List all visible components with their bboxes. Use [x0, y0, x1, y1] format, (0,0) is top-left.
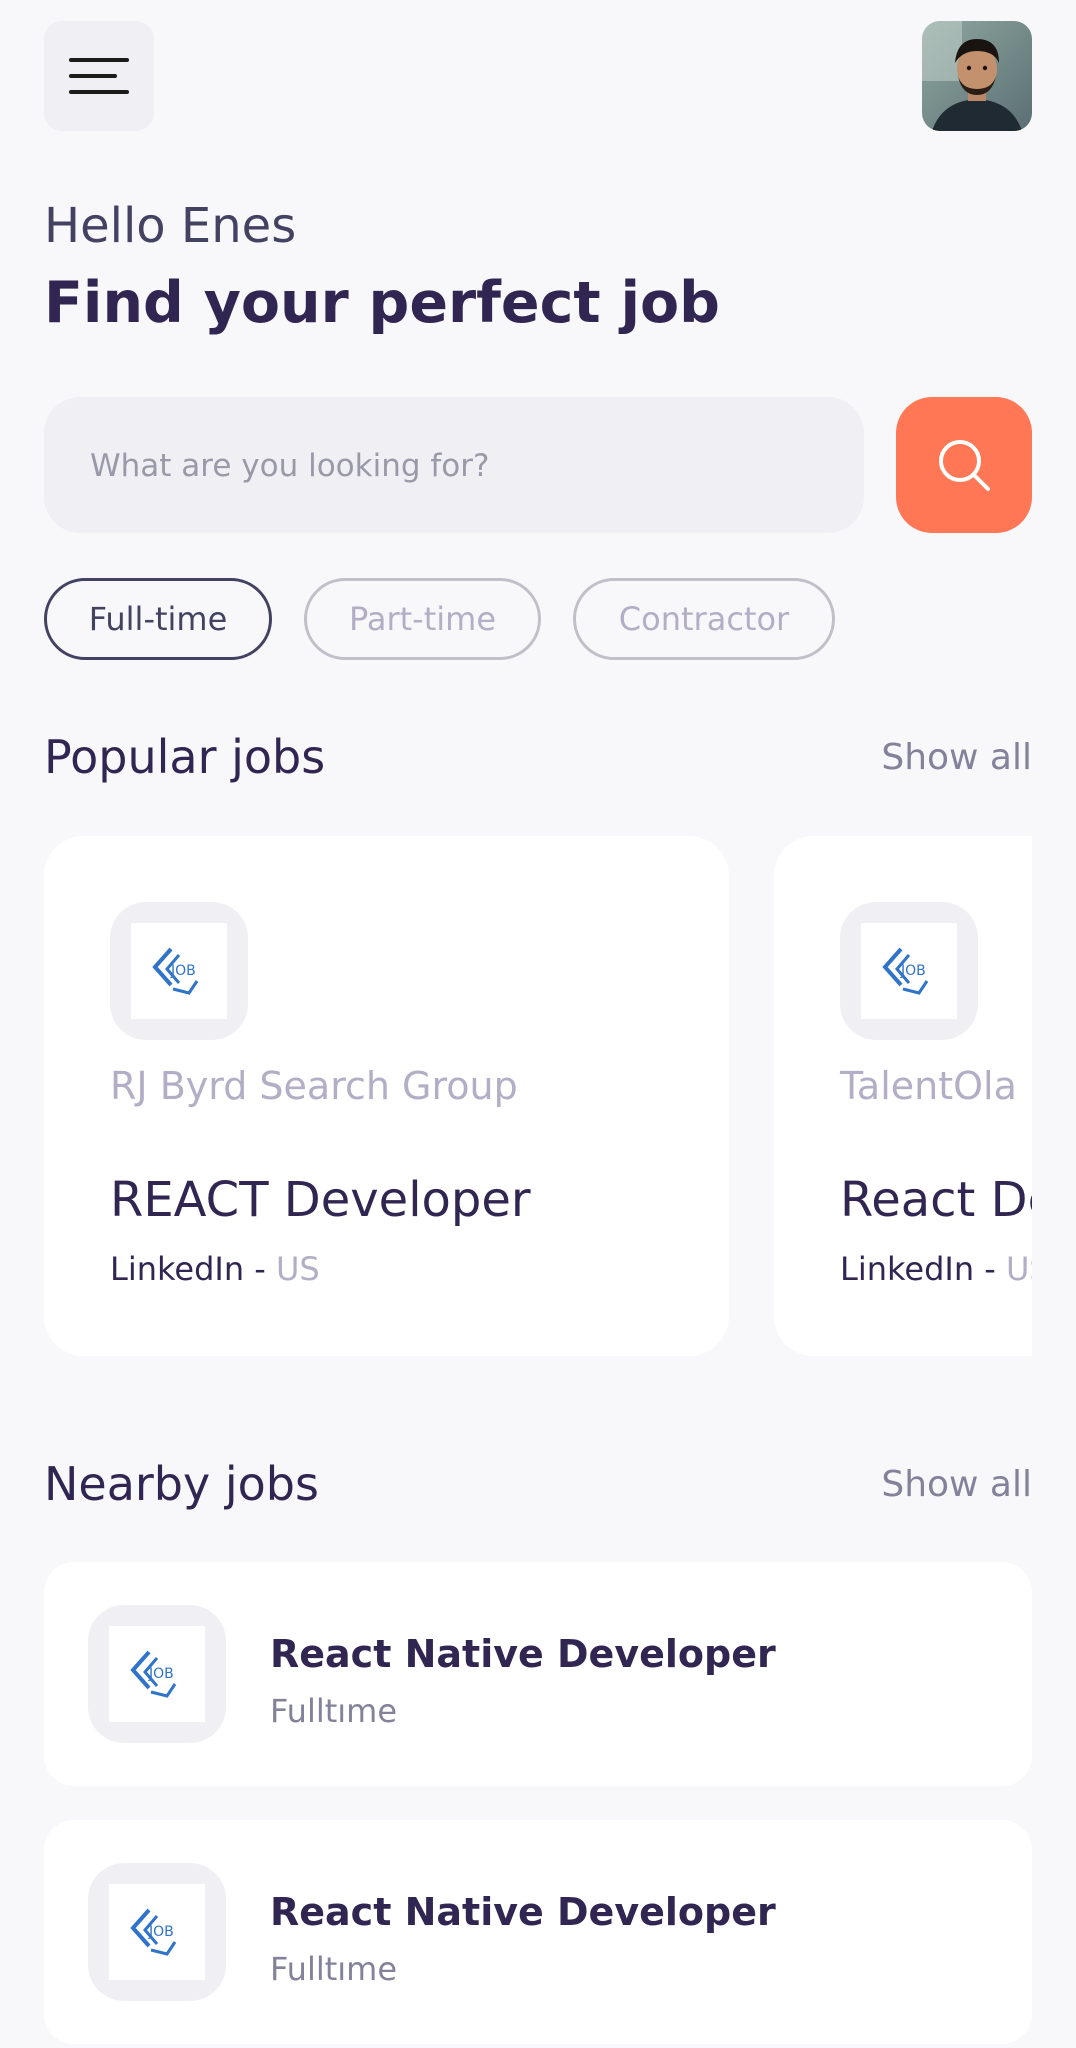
svg-text:JOB: JOB [148, 1924, 174, 1940]
nearby-jobs-title: Nearby jobs [44, 1457, 319, 1511]
job-title: React Developer [840, 1172, 1032, 1228]
publisher-name: LinkedIn [840, 1250, 975, 1288]
job-search-home: Hello Enes Find your perfect job Full-ti… [0, 0, 1076, 2048]
location-separator: - [244, 1250, 276, 1288]
job-type: Fulltıme [270, 1692, 398, 1730]
nearby-job-card[interactable]: JOB React Native Developer Fulltıme [44, 1820, 1032, 2044]
profile-avatar[interactable] [922, 21, 1032, 131]
search-container [44, 397, 864, 535]
popular-jobs-carousel[interactable]: JOB RJ Byrd Search Group REACT Developer… [44, 836, 1032, 1356]
job-logo-icon: JOB [882, 947, 929, 995]
svg-text:JOB: JOB [148, 1666, 174, 1682]
nearby-show-all-link[interactable]: Show all [881, 1464, 1032, 1505]
tab-part-time[interactable]: Part-time [304, 578, 541, 660]
job-location: LinkedIn - US [840, 1250, 1032, 1288]
job-logo-icon: JOB [130, 1650, 177, 1698]
company-name: TalentOla [840, 1064, 1017, 1108]
company-logo: JOB [88, 1863, 226, 2001]
svg-text:JOB: JOB [900, 963, 926, 979]
popular-job-card[interactable]: JOB RJ Byrd Search Group REACT Developer… [44, 836, 729, 1356]
menu-button[interactable] [44, 21, 154, 131]
job-title: React Native Developer [270, 1890, 776, 1934]
publisher-name: LinkedIn [110, 1250, 245, 1288]
avatar-photo-icon [922, 21, 1032, 131]
job-country: US [1006, 1250, 1032, 1288]
tab-contractor[interactable]: Contractor [573, 578, 835, 660]
page-headline: Find your perfect job [44, 270, 720, 336]
popular-show-all-link[interactable]: Show all [881, 737, 1032, 778]
company-logo: JOB [840, 902, 978, 1040]
location-separator: - [974, 1250, 1006, 1288]
popular-jobs-title: Popular jobs [44, 730, 326, 784]
svg-text:JOB: JOB [170, 963, 196, 979]
greeting-text: Hello Enes [44, 198, 297, 254]
popular-job-card[interactable]: JOB TalentOla React Developer LinkedIn -… [774, 836, 1032, 1356]
job-type: Fulltıme [270, 1950, 398, 1988]
company-name: RJ Byrd Search Group [110, 1064, 518, 1108]
company-logo: JOB [88, 1605, 226, 1743]
nearby-job-card[interactable]: JOB React Native Developer Fulltıme [44, 1562, 1032, 1786]
hamburger-menu-icon [69, 58, 129, 94]
company-logo: JOB [110, 902, 248, 1040]
job-country: US [276, 1250, 320, 1288]
tab-full-time[interactable]: Full-time [44, 578, 272, 660]
job-logo-icon: JOB [152, 947, 199, 995]
search-input[interactable] [88, 397, 832, 535]
search-icon [939, 440, 990, 491]
search-button[interactable] [896, 397, 1032, 533]
job-location: LinkedIn - US [110, 1250, 320, 1288]
job-title: React Native Developer [270, 1632, 776, 1676]
job-logo-icon: JOB [130, 1908, 177, 1956]
job-title: REACT Developer [110, 1172, 531, 1228]
